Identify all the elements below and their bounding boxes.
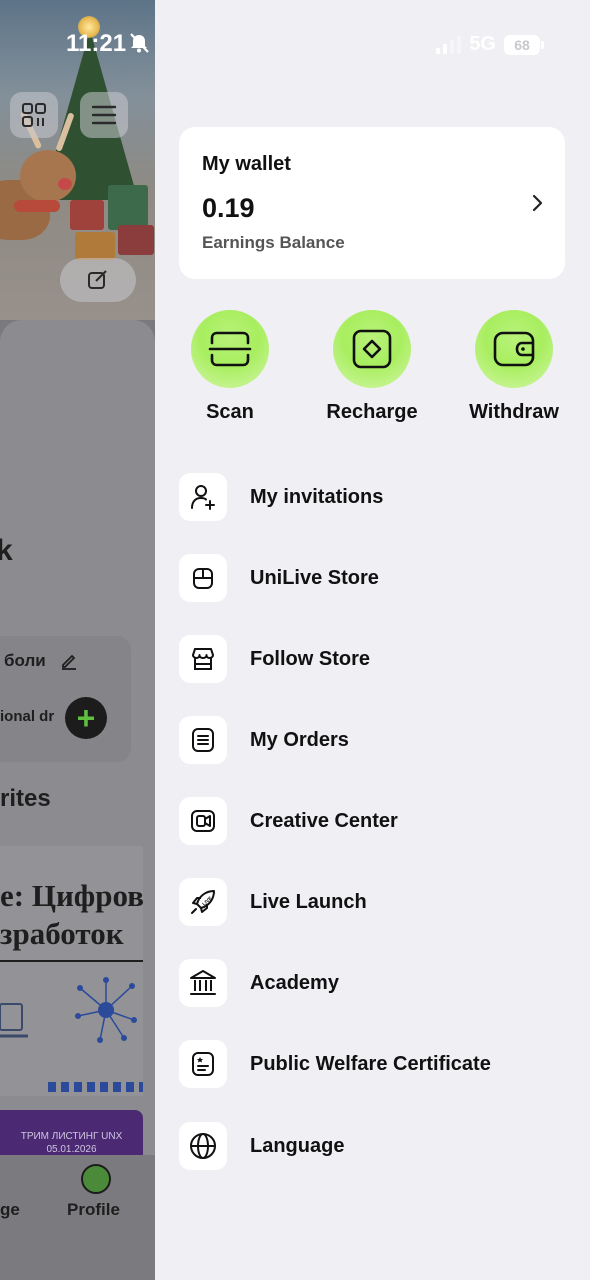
bell-muted-icon [130, 33, 149, 53]
signal-icon [436, 35, 462, 54]
menu-label: My Orders [250, 728, 349, 751]
edit-icon [88, 270, 107, 289]
menu-item-unilive-store[interactable]: UniLive Store [179, 553, 565, 603]
add-field-text: ional dr [0, 708, 55, 725]
menu-item-creative-center[interactable]: Creative Center [179, 796, 565, 846]
wallet-amount: 0.19 [202, 193, 255, 223]
pencil-icon[interactable] [60, 652, 78, 675]
hamburger-icon [91, 105, 117, 125]
chevron-right-icon [532, 194, 543, 212]
recharge-icon [352, 329, 392, 369]
favorite-article-card[interactable]: е: Цифров зработок [0, 846, 144, 1096]
scan-button[interactable]: Scan [165, 310, 295, 424]
scan-icon [208, 331, 252, 367]
menu-item-my-invitations[interactable]: My invitations [179, 472, 565, 522]
menu-label: Live Launch [250, 890, 367, 913]
status-time: 11:21 [66, 30, 127, 57]
globe-icon [190, 1133, 216, 1159]
menu-item-language[interactable]: Language [179, 1121, 565, 1171]
orders-list-icon [192, 728, 214, 752]
withdraw-button[interactable]: Withdraw [449, 310, 579, 424]
menu-item-academy[interactable]: Academy [179, 958, 565, 1008]
battery-icon: 68 [504, 34, 544, 55]
menu-label: Creative Center [250, 809, 398, 832]
grid-menu-button[interactable] [10, 92, 58, 138]
menu-label: Language [250, 1134, 345, 1157]
certificate-icon [192, 1052, 214, 1076]
menu-item-follow-store[interactable]: Follow Store [179, 634, 565, 684]
menu-label: Public Welfare Certificate [250, 1052, 491, 1075]
menu-label: Academy [250, 971, 339, 994]
bio-text: боли [4, 651, 46, 670]
hamburger-menu-button[interactable] [80, 92, 128, 138]
background-page: k боли ional dr + rites е: Цифров зработ… [0, 0, 155, 1280]
academy-building-icon [190, 970, 216, 995]
recharge-label: Recharge [326, 401, 418, 423]
network-icon [75, 977, 137, 1043]
add-button[interactable]: + [65, 697, 107, 739]
quick-actions: Scan Recharge Withdraw [155, 310, 590, 430]
laptop-icon [0, 1003, 28, 1038]
article-title-line2: зработок [0, 916, 124, 951]
add-user-icon [191, 485, 215, 510]
menu-label: UniLive Store [250, 566, 379, 589]
side-drawer: 5G 68 My wallet 0.19 Earnings Balance Sc… [155, 0, 590, 1280]
status-indicators: 5G 68 [436, 33, 544, 56]
edit-profile-button[interactable] [60, 258, 136, 302]
menu-item-my-orders[interactable]: My Orders [179, 715, 565, 765]
grid-icon [22, 103, 46, 127]
menu-label: Follow Store [250, 647, 370, 670]
wallet-balance-label: Earnings Balance [202, 233, 345, 252]
nav-item-partial[interactable]: ge [0, 1200, 20, 1220]
favorites-heading: rites [0, 785, 51, 812]
article-title-line1: е: Цифров [0, 878, 144, 913]
nav-item-profile[interactable]: Profile [67, 1200, 120, 1220]
wallet-icon [493, 331, 535, 367]
profile-name-fragment: k [0, 534, 13, 567]
menu-item-live-launch[interactable]: LIVE Live Launch [179, 877, 565, 927]
menu-label: My invitations [250, 485, 384, 508]
menu-item-public-welfare-certificate[interactable]: Public Welfare Certificate [179, 1039, 565, 1089]
store-bag-icon [193, 568, 213, 589]
wallet-title: My wallet [202, 153, 291, 175]
rocket-icon: LIVE [191, 890, 215, 914]
network-type: 5G [469, 33, 496, 55]
video-camera-icon [191, 810, 215, 832]
recharge-button[interactable]: Recharge [307, 310, 437, 424]
scan-label: Scan [206, 401, 254, 423]
wallet-card[interactable]: My wallet 0.19 Earnings Balance [179, 127, 565, 279]
withdraw-label: Withdraw [469, 401, 559, 423]
profile-avatar-icon[interactable] [81, 1164, 111, 1194]
storefront-icon [192, 648, 214, 670]
